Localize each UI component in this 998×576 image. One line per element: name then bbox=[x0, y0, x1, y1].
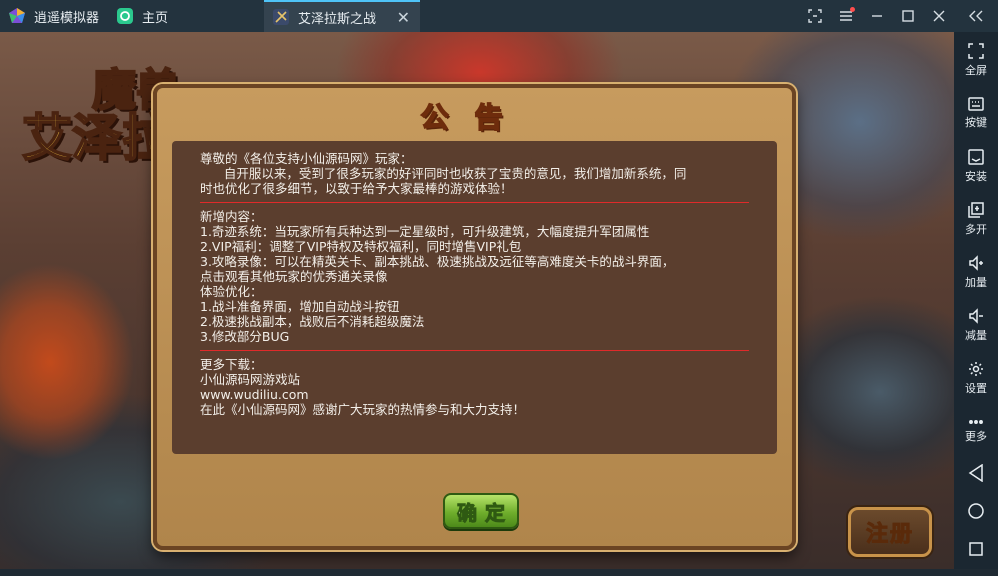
divider bbox=[200, 350, 749, 351]
notice-title: 公告 bbox=[420, 100, 529, 135]
optimization-item-2: 2.极速挑战副本，战败后不消耗超级魔法 bbox=[200, 314, 425, 329]
menu-icon[interactable] bbox=[830, 0, 861, 32]
sidebar-item-label: 减量 bbox=[965, 328, 987, 342]
sidebar-item-label: 加量 bbox=[965, 275, 987, 289]
new-content-heading: 新增内容： bbox=[200, 209, 263, 224]
emulator-logo-icon bbox=[8, 7, 26, 25]
fullscreen-icon bbox=[968, 42, 984, 59]
more-icon bbox=[969, 419, 983, 424]
tab-game[interactable]: 艾泽拉斯之战 ✕ bbox=[264, 0, 420, 32]
sidebar-item-volume-up[interactable]: 加量 bbox=[954, 246, 998, 298]
multi-instance-icon bbox=[968, 201, 984, 218]
sidebar-item-install[interactable]: 安装 bbox=[954, 140, 998, 192]
notice-dialog: 公告 尊敬的《各位支持小仙源码网》玩家： 自开服以来，受到了很多玩家的好评同时也… bbox=[153, 84, 796, 550]
sidebar-item-label: 设置 bbox=[965, 381, 987, 395]
tab-game-label: 艾泽拉斯之战 bbox=[298, 11, 377, 27]
minimize-icon[interactable] bbox=[861, 0, 892, 32]
new-content-item-3a: 3.攻略录像：可以在精英关卡、副本挑战、极速挑战及远征等高难度关卡的战斗界面， bbox=[200, 254, 675, 269]
close-window-icon[interactable] bbox=[923, 0, 954, 32]
sidebar-item-label: 多开 bbox=[965, 222, 987, 236]
register-button[interactable]: 注册 bbox=[848, 507, 932, 557]
notice-greeting: 尊敬的《各位支持小仙源码网》玩家： bbox=[200, 151, 413, 166]
volume-down-icon bbox=[969, 307, 983, 324]
sidebar-item-multi[interactable]: 多开 bbox=[954, 193, 998, 245]
recent-apps-button[interactable] bbox=[954, 524, 998, 576]
more-downloads-url: www.wudiliu.com bbox=[200, 387, 309, 402]
thanks-line: 在此《小仙源码网》感谢广大玩家的热情参与和大力支持！ bbox=[200, 402, 526, 417]
new-content-item-1: 1.奇迹系统：当玩家所有兵种达到一定星级时，可升级建筑，大幅度提升军团属性 bbox=[200, 224, 650, 239]
divider bbox=[200, 202, 749, 203]
back-icon bbox=[968, 463, 983, 482]
collapse-sidebar-icon[interactable] bbox=[954, 0, 998, 32]
optimization-heading: 体验优化： bbox=[200, 284, 263, 299]
tab-home-label: 主页 bbox=[142, 10, 169, 26]
volume-up-icon bbox=[969, 254, 983, 271]
emulator-sidebar: 全屏 按键 安装 多开 加量 减量 设置 更多 bbox=[954, 32, 998, 569]
optimization-item-1: 1.战斗准备界面，增加自动战斗按钮 bbox=[200, 299, 400, 314]
home-icon bbox=[968, 502, 984, 519]
home-tab-icon bbox=[116, 7, 134, 25]
notice-intro-line-2: 时也优化了很多细节，以致于给予大家最棒的游戏体验！ bbox=[200, 181, 513, 196]
maximize-icon[interactable] bbox=[892, 0, 923, 32]
notice-body: 尊敬的《各位支持小仙源码网》玩家： 自开服以来，受到了很多玩家的好评同时也收获了… bbox=[172, 141, 777, 454]
notification-dot bbox=[850, 7, 855, 12]
notice-intro-line-1: 自开服以来，受到了很多玩家的好评同时也收获了宝贵的意见，我们增加新系统，同 bbox=[200, 166, 687, 181]
sidebar-item-fullscreen[interactable]: 全屏 bbox=[954, 34, 998, 86]
app-tab[interactable]: 逍遥模拟器 bbox=[0, 0, 104, 32]
sidebar-item-volume-down[interactable]: 减量 bbox=[954, 299, 998, 351]
app-name: 逍遥模拟器 bbox=[34, 10, 100, 26]
sidebar-item-label: 全屏 bbox=[965, 63, 987, 77]
tab-home[interactable]: 主页 bbox=[104, 0, 260, 32]
sidebar-item-label: 安装 bbox=[965, 169, 987, 183]
apk-icon bbox=[968, 148, 984, 165]
recent-apps-icon bbox=[969, 541, 983, 556]
close-tab-icon[interactable]: ✕ bbox=[397, 8, 410, 27]
title-bar: 逍遥模拟器 主页 艾泽拉斯之战 ✕ bbox=[0, 0, 998, 32]
keyboard-icon bbox=[968, 96, 984, 111]
screenshot-icon[interactable] bbox=[799, 0, 830, 32]
sidebar-item-label: 更多 bbox=[965, 429, 987, 443]
gear-icon bbox=[969, 361, 983, 376]
confirm-button[interactable]: 确定 bbox=[443, 493, 519, 529]
optimization-item-3: 3.修改部分BUG bbox=[200, 329, 290, 344]
more-downloads-heading: 更多下载： bbox=[200, 357, 263, 372]
game-tab-icon bbox=[272, 8, 290, 26]
new-content-item-2: 2.VIP福利：调整了VIP特权及特权福利，同时增售VIP礼包 bbox=[200, 239, 522, 254]
sidebar-item-label: 按键 bbox=[965, 115, 987, 129]
new-content-item-3b: 点击观看其他玩家的优秀通关录像 bbox=[200, 269, 388, 284]
game-viewport[interactable]: 魔兽 艾泽拉斯之战 公告 尊敬的《各位支持小仙源码网》玩家： 自开服以来，受到了… bbox=[0, 32, 954, 569]
more-downloads-site: 小仙源码网游戏站 bbox=[200, 372, 301, 387]
sidebar-item-keymap[interactable]: 按键 bbox=[954, 87, 998, 139]
sidebar-item-settings[interactable]: 设置 bbox=[954, 352, 998, 404]
